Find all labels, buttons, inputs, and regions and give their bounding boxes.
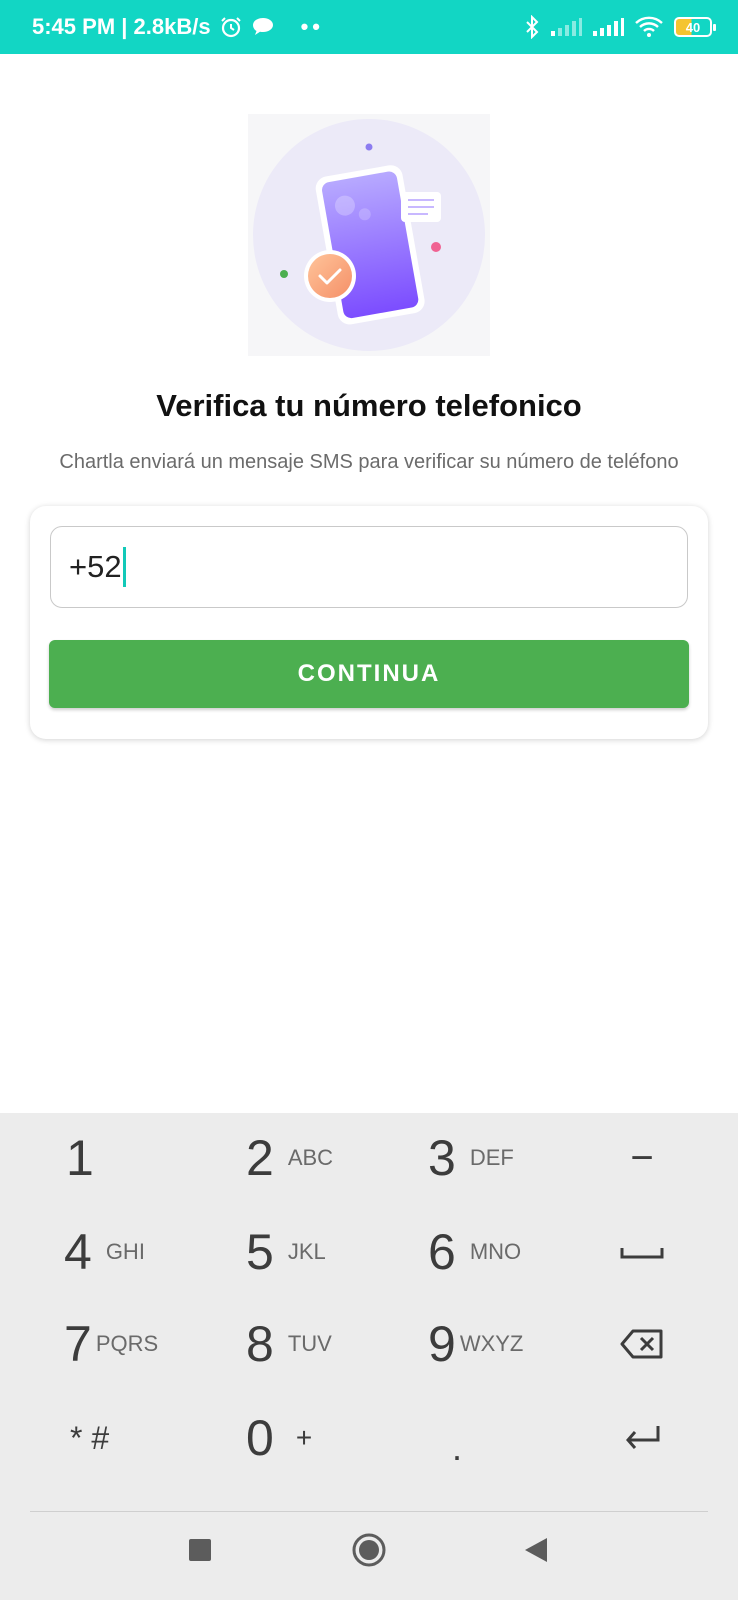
key-9[interactable]: 9 WXYZ	[428, 1299, 523, 1389]
enter-icon	[626, 1426, 660, 1449]
key-letters: DEF	[469, 1145, 514, 1170]
illustration-art	[253, 119, 485, 351]
page-subtitle: Chartla enviará un mensaje SMS para veri…	[59, 451, 679, 473]
key-star-hash[interactable]: * #	[70, 1393, 109, 1483]
alarm-icon	[219, 15, 243, 39]
text-cursor	[122, 547, 126, 587]
key-4[interactable]: 4 GHI	[64, 1207, 145, 1297]
key-3[interactable]: 3 DEF	[428, 1113, 514, 1203]
key-letters: MNO	[469, 1239, 522, 1264]
square-icon	[189, 1539, 211, 1561]
battery-icon: 40	[674, 17, 716, 37]
navigation-bar	[0, 1500, 738, 1600]
status-right: 40	[524, 15, 716, 39]
status-bar: 5:45 PM | 2.8kB/s •• 40	[0, 0, 738, 54]
signal-weak-icon	[550, 17, 582, 37]
key-digit: 6	[428, 1224, 456, 1280]
key-7[interactable]: 7 PQRS	[64, 1299, 158, 1389]
wifi-icon	[634, 16, 664, 38]
key-digit: * #	[70, 1419, 110, 1456]
chat-bubble-icon	[251, 16, 275, 38]
triangle-back-icon	[525, 1538, 547, 1562]
recent-apps-button[interactable]	[170, 1520, 230, 1580]
continue-button[interactable]: CONTINUA	[49, 640, 689, 708]
key-digit: 2	[246, 1130, 274, 1186]
phone-number-input[interactable]: +52	[50, 526, 688, 608]
key-digit: 3	[428, 1130, 456, 1186]
key-digit: 1	[66, 1130, 94, 1186]
verification-card: +52 CONTINUA	[30, 506, 708, 739]
key-space[interactable]	[612, 1207, 672, 1297]
key-digit: .	[452, 1427, 463, 1468]
phone-input-value: +52	[69, 549, 122, 584]
key-digit: 9	[428, 1316, 456, 1372]
key-digit: 0	[246, 1410, 274, 1466]
key-digit: 7	[64, 1316, 92, 1372]
page-title: Verifica tu número telefonico	[156, 388, 582, 423]
backspace-icon	[620, 1329, 663, 1359]
key-dot[interactable]: .	[452, 1403, 462, 1493]
key-5[interactable]: 5 JKL	[246, 1207, 326, 1297]
key-digit: 5	[246, 1224, 274, 1280]
key-0[interactable]: 0 +	[246, 1393, 312, 1483]
space-icon	[620, 1248, 664, 1259]
time-speed: 5:45 PM | 2.8kB/s	[32, 14, 211, 39]
key-digit: 8	[246, 1316, 274, 1372]
bluetooth-icon	[524, 15, 540, 39]
key-1[interactable]: 1	[66, 1113, 94, 1203]
key-digit: 4	[64, 1224, 92, 1280]
status-left: 5:45 PM | 2.8kB/s ••	[32, 14, 324, 40]
key-letters: PQRS	[95, 1331, 159, 1356]
key-letters: ABC	[287, 1145, 334, 1170]
key-backspace[interactable]	[612, 1299, 672, 1389]
key-enter[interactable]	[612, 1393, 672, 1483]
key-2[interactable]: 2 ABC	[246, 1113, 333, 1203]
battery-level: 40	[685, 19, 701, 35]
home-button[interactable]	[339, 1520, 399, 1580]
notification-dots: ••	[300, 14, 324, 39]
key-letters: WXYZ	[459, 1331, 524, 1356]
minus-glyph: −	[630, 1135, 654, 1180]
key-6[interactable]: 6 MNO	[428, 1207, 521, 1297]
phone-verification-illustration	[248, 114, 490, 356]
key-letters: TUV	[287, 1331, 332, 1356]
circle-icon	[352, 1533, 386, 1567]
key-letters: GHI	[105, 1239, 145, 1264]
signal-strong-icon	[592, 17, 624, 37]
key-8[interactable]: 8 TUV	[246, 1299, 332, 1389]
key-letters: +	[295, 1422, 313, 1453]
back-button[interactable]	[506, 1520, 566, 1580]
key-letters: JKL	[287, 1239, 326, 1264]
key-minus[interactable]: −	[612, 1113, 672, 1203]
